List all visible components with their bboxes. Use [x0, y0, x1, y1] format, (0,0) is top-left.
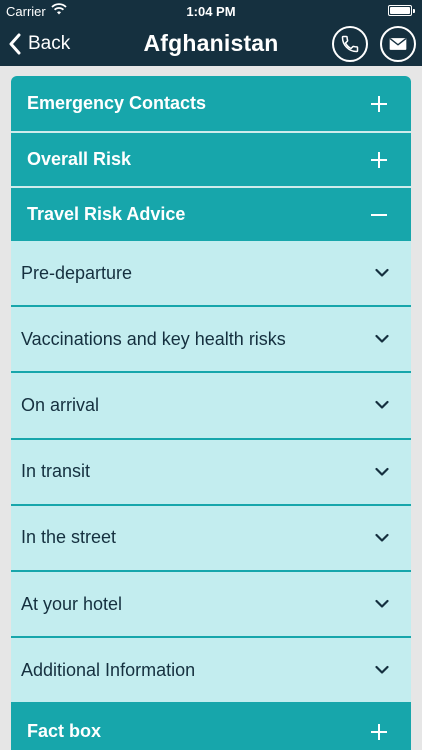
chevron-down-icon	[375, 599, 389, 608]
list-item-pre-departure[interactable]: Pre-departure	[11, 241, 411, 308]
section-emergency-contacts[interactable]: Emergency Contacts	[11, 76, 411, 131]
chevron-down-icon	[375, 467, 389, 476]
list-item-label: At your hotel	[21, 593, 123, 614]
list-item-label: In transit	[21, 461, 91, 482]
list-item-label: In the street	[21, 527, 117, 548]
list-item-additional-information[interactable]: Additional Information	[11, 638, 411, 705]
section-title: Fact box	[27, 721, 102, 742]
app-screen: Carrier 1:04 PM Back Afghanistan Emergen…	[0, 0, 422, 750]
list-item-label: Vaccinations and key health risks	[21, 328, 286, 349]
status-time: 1:04 PM	[186, 4, 236, 19]
risk-accordion: Emergency Contacts Overall Risk Travel R…	[11, 76, 411, 750]
chevron-down-icon	[375, 335, 389, 343]
status-bar: Carrier 1:04 PM	[0, 0, 422, 22]
minus-icon	[371, 207, 387, 223]
chevron-down-icon	[375, 401, 389, 410]
chevron-left-icon	[9, 33, 21, 55]
navigation-bar: Back Afghanistan	[0, 22, 422, 66]
section-title: Emergency Contacts	[27, 93, 207, 113]
section-title: Overall Risk	[27, 149, 132, 169]
list-item-in-the-street[interactable]: In the street	[11, 505, 411, 572]
chevron-down-icon	[375, 666, 389, 674]
chevron-down-icon	[375, 533, 389, 542]
section-travel-risk-advice[interactable]: Travel Risk Advice	[11, 186, 411, 241]
list-item-label: On arrival	[21, 394, 100, 415]
list-item-on-arrival[interactable]: On arrival	[11, 373, 411, 440]
call-button[interactable]	[332, 26, 368, 62]
mail-button[interactable]	[380, 26, 416, 62]
back-button[interactable]: Back	[8, 30, 70, 58]
list-item-label: Additional Information	[21, 659, 196, 680]
plus-icon	[371, 95, 387, 112]
mail-icon	[389, 38, 407, 50]
section-title: Travel Risk Advice	[27, 204, 186, 224]
list-item-in-transit[interactable]: In transit	[11, 439, 411, 506]
phone-icon	[341, 35, 359, 53]
battery-icon	[388, 5, 415, 16]
page-title: Afghanistan	[143, 30, 279, 56]
chevron-down-icon	[375, 268, 389, 277]
section-fact-box[interactable]: Fact box	[11, 704, 411, 750]
list-item-label: Pre-departure	[21, 262, 133, 283]
back-label: Back	[28, 33, 71, 54]
list-item-vaccinations[interactable]: Vaccinations and key health risks	[11, 307, 411, 374]
top-bar: Carrier 1:04 PM Back Afghanistan	[0, 0, 422, 66]
section-overall-risk[interactable]: Overall Risk	[11, 131, 411, 186]
plus-icon	[371, 151, 387, 168]
list-item-at-your-hotel[interactable]: At your hotel	[11, 571, 411, 639]
plus-icon	[371, 723, 387, 740]
